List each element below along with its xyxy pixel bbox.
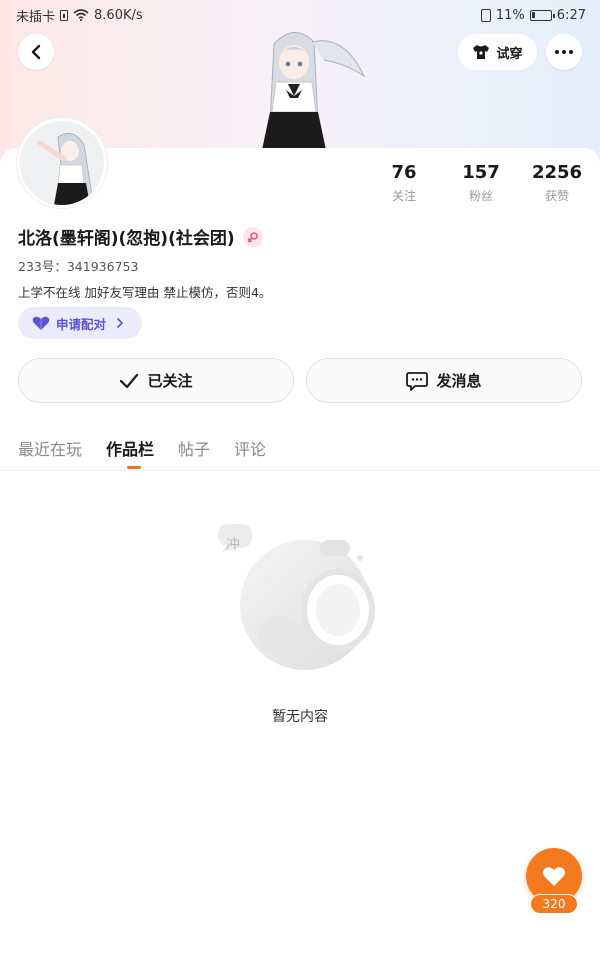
chat-bubble-icon: [406, 371, 429, 391]
apply-pair-button[interactable]: 申请配对: [18, 307, 142, 339]
tab-recently-played[interactable]: 最近在玩: [18, 436, 82, 460]
back-button[interactable]: [18, 34, 54, 70]
stat-value: 2256: [531, 162, 583, 183]
name-row: 北洛(墨轩阁)(忽抱)(社会团): [18, 224, 263, 249]
female-icon: [242, 226, 263, 247]
followed-button[interactable]: 已关注: [18, 358, 294, 403]
sim-icon: [60, 9, 69, 21]
stat-label: 粉丝: [468, 189, 493, 203]
network-speed: 8.60K/s: [94, 7, 143, 23]
status-left: 未插卡 8.60K/s: [16, 6, 143, 25]
profile-tabs: 最近在玩 作品栏 帖子 评论: [18, 436, 266, 460]
stat-label: 获赞: [544, 189, 569, 203]
character-avatar-image: [262, 32, 366, 150]
try-on-button[interactable]: 试穿: [458, 34, 537, 70]
profile-avatar[interactable]: [17, 118, 107, 208]
empty-bubble-char: 冲: [226, 537, 240, 553]
send-message-label: 发消息: [436, 372, 482, 390]
more-button[interactable]: [546, 34, 582, 70]
more-dots-icon: [555, 50, 573, 54]
try-on-label: 试穿: [496, 46, 523, 62]
shirt-icon: [473, 45, 490, 59]
stat-value: 76: [391, 162, 417, 183]
heart-icon: [542, 866, 566, 886]
stat-value: 157: [462, 162, 500, 183]
tab-comments[interactable]: 评论: [234, 436, 266, 460]
empty-state-text: 暂无内容: [272, 709, 328, 725]
user-id: 233号：341936753: [18, 259, 139, 274]
clock: 6:27: [556, 7, 586, 23]
followed-label: 已关注: [147, 372, 193, 390]
tab-works[interactable]: 作品栏: [106, 436, 154, 460]
apply-pair-label: 申请配对: [56, 316, 107, 332]
stat-likes[interactable]: 2256 获赞: [527, 162, 587, 204]
tabs-divider: [0, 470, 600, 471]
vibrate-icon: [480, 8, 491, 22]
chevron-right-icon: [117, 318, 124, 328]
active-tab-indicator: [127, 466, 141, 469]
tab-posts[interactable]: 帖子: [178, 436, 210, 460]
status-right: 11% 6:27: [480, 7, 586, 23]
wifi-icon: [73, 9, 89, 21]
profile-name: 北洛(墨轩阁)(忽抱)(社会团): [18, 229, 235, 249]
check-icon: [120, 373, 139, 388]
profile-bio: 上学不在线 加好友写理由 禁止模仿，否则4。: [18, 285, 272, 300]
battery-percent: 11%: [495, 7, 525, 23]
heart-icon: [32, 316, 50, 330]
chevron-left-icon: [31, 44, 41, 60]
send-message-button[interactable]: 发消息: [306, 358, 582, 403]
stat-label: 关注: [391, 189, 416, 203]
battery-icon: [529, 9, 555, 21]
stat-following[interactable]: 76 关注: [374, 162, 434, 204]
avatar-image: [20, 121, 104, 205]
like-count-badge: 320: [530, 894, 578, 914]
carrier-text: 未插卡: [16, 9, 56, 25]
stat-fans[interactable]: 157 粉丝: [451, 162, 511, 204]
